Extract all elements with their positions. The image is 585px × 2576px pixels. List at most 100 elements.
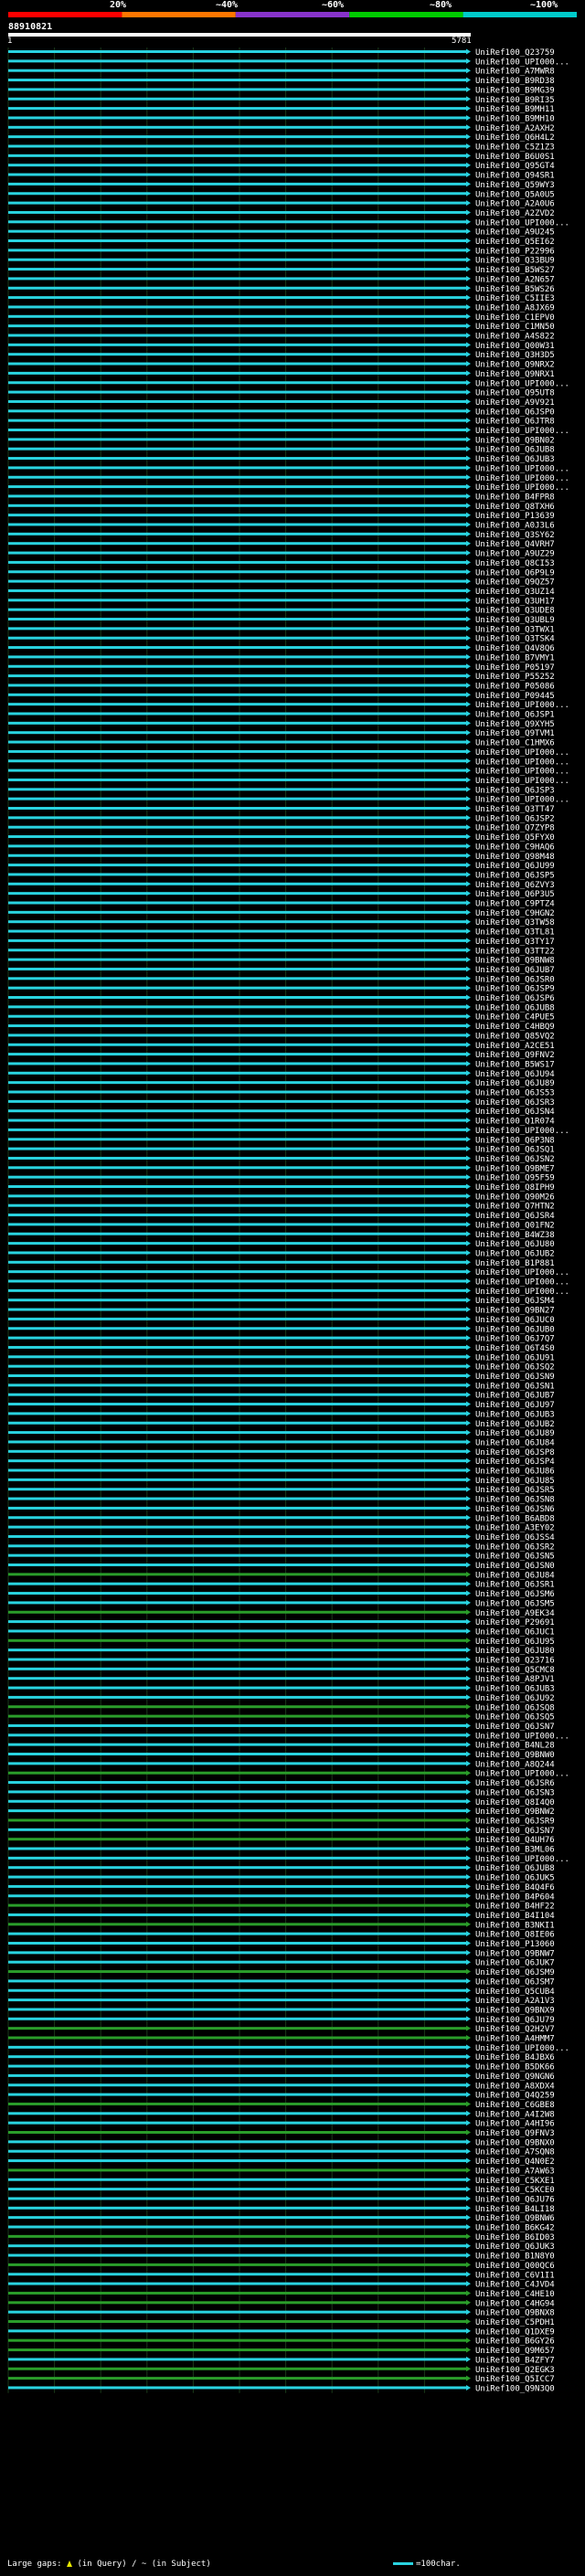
- hit-label: UniRef100_B4NL28: [475, 1742, 555, 1751]
- hit-bar: [8, 2064, 467, 2068]
- hit-arrow: [466, 1268, 471, 1275]
- hit-bar: [8, 2338, 467, 2342]
- hit-arrow: [466, 2356, 471, 2362]
- query-ruler: [8, 33, 471, 37]
- hit-arrow: [466, 692, 471, 698]
- hit-bar: [8, 523, 467, 526]
- hit-bar: [8, 2273, 467, 2276]
- hit-bar: [8, 1090, 467, 1094]
- hit-label: UniRef100_B9MH11: [475, 105, 555, 114]
- hit-bar: [8, 627, 467, 631]
- hit-label: UniRef100_Q6JTR8: [475, 418, 555, 427]
- hit-label: UniRef100_Q6JSM6: [475, 1590, 555, 1599]
- hit-bar: [8, 996, 467, 999]
- hit-bar: [8, 2320, 467, 2323]
- hit-bar: [8, 1403, 467, 1406]
- hit-arrow: [466, 86, 471, 92]
- hit-bar: [8, 949, 467, 952]
- hit-label: UniRef100_Q6JSR1: [475, 1581, 555, 1590]
- hit-arrow: [466, 2366, 471, 2372]
- hit-label: UniRef100_Q6JU99: [475, 862, 555, 871]
- alignment-hit-map: UniRef100_Q23759UniRef100_UPI000...UniRe…: [7, 33, 569, 2393]
- hit-label: UniRef100_Q95GT4: [475, 162, 555, 171]
- hit-arrow: [466, 228, 471, 235]
- hit-arrow: [466, 1458, 471, 1464]
- hit-bar: [8, 1118, 467, 1122]
- hit-arrow: [466, 464, 471, 471]
- hit-label: UniRef100_Q6JSN7: [475, 1827, 555, 1836]
- hit-arrow: [466, 342, 471, 348]
- hit-arrow: [466, 2327, 471, 2334]
- hit-label: UniRef100_Q6JUB8: [475, 1864, 555, 1873]
- hit-arrow: [466, 1429, 471, 1436]
- hit-arrow: [466, 2271, 471, 2277]
- hit-label: UniRef100_A2A1V3: [475, 1997, 555, 2006]
- hit-label: UniRef100_Q6JSP2: [475, 814, 555, 823]
- hit-arrow: [466, 531, 471, 537]
- hit-bar: [8, 2234, 467, 2238]
- hit-label: UniRef100_Q90M26: [475, 1193, 555, 1202]
- hit-bar: [8, 1449, 467, 1453]
- hit-arrow: [466, 1344, 471, 1351]
- hit-arrow: [466, 1627, 471, 1634]
- hit-label: UniRef100_C4JVD4: [475, 2281, 555, 2290]
- hit-label: UniRef100_C1MN50: [475, 323, 555, 332]
- hit-arrow: [466, 1760, 471, 1766]
- hit-label: UniRef100_Q9FNV3: [475, 2129, 555, 2138]
- hit-label: UniRef100_Q6JSP4: [475, 1458, 555, 1467]
- hit-bar: [8, 1705, 467, 1709]
- hit-bar: [8, 324, 467, 328]
- hit-arrow: [466, 436, 471, 442]
- hit-bar: [8, 2310, 467, 2314]
- hit-label: UniRef100_Q6JU91: [475, 1353, 555, 1362]
- hit-arrow: [466, 588, 471, 594]
- hit-arrow: [466, 379, 471, 386]
- hit-label: UniRef100_Q3UZ14: [475, 588, 555, 597]
- hit-bar: [8, 1185, 467, 1188]
- hit-label: UniRef100_A2A0U6: [475, 200, 555, 209]
- hit-bar: [8, 2073, 467, 2077]
- hit-label: UniRef100_Q6JU97: [475, 1401, 555, 1410]
- hit-bar: [8, 929, 467, 933]
- hit-arrow: [466, 947, 471, 953]
- hit-bar: [8, 494, 467, 498]
- hit-label: UniRef100_A4HMM7: [475, 2035, 555, 2044]
- hit-arrow: [466, 1307, 471, 1313]
- hit-bar: [8, 1638, 467, 1642]
- hit-label: UniRef100_Q6JUB3: [475, 1685, 555, 1694]
- hit-label: UniRef100_Q6JSQ5: [475, 1713, 555, 1723]
- hit-arrow: [466, 1732, 471, 1738]
- hit-arrow: [466, 1353, 471, 1360]
- hit-bar: [8, 749, 467, 753]
- hit-bar: [8, 2140, 467, 2144]
- hit-label: UniRef100_Q6H4L2: [475, 133, 555, 143]
- hit-bar: [8, 69, 467, 72]
- hit-arrow: [466, 2101, 471, 2107]
- hit-bar: [8, 1847, 467, 1850]
- hit-label: UniRef100_B9RI35: [475, 96, 555, 105]
- hit-arrow: [466, 635, 471, 641]
- hit-label: UniRef100_UPI000...: [475, 1770, 569, 1779]
- hit-bar: [8, 1156, 467, 1160]
- hit-label: UniRef100_A2ZVD2: [475, 209, 555, 218]
- hit-bar: [8, 1355, 467, 1359]
- hit-arrow: [466, 1023, 471, 1029]
- hit-bar: [8, 1582, 467, 1585]
- hit-label: UniRef100_C4PUE5: [475, 1013, 555, 1023]
- hit-label: UniRef100_A4I2W8: [475, 2110, 555, 2119]
- hit-label: UniRef100_B4LI18: [475, 2205, 555, 2214]
- hit-arrow: [466, 994, 471, 1001]
- hit-bar: [8, 703, 467, 706]
- hit-bar: [8, 864, 467, 867]
- hit-arrow: [466, 124, 471, 131]
- hit-label: UniRef100_B5WS26: [475, 285, 555, 294]
- hit-label: UniRef100_Q9NGN6: [475, 2072, 555, 2082]
- hit-bar: [8, 740, 467, 744]
- hit-bar: [8, 570, 467, 574]
- hit-arrow: [466, 720, 471, 726]
- hit-arrow: [466, 1553, 471, 1559]
- hit-label: UniRef100_Q33BU9: [475, 257, 555, 266]
- footer-scale-label: =100char.: [416, 2560, 461, 2569]
- hit-arrow: [466, 2318, 471, 2325]
- hit-bar: [8, 504, 467, 507]
